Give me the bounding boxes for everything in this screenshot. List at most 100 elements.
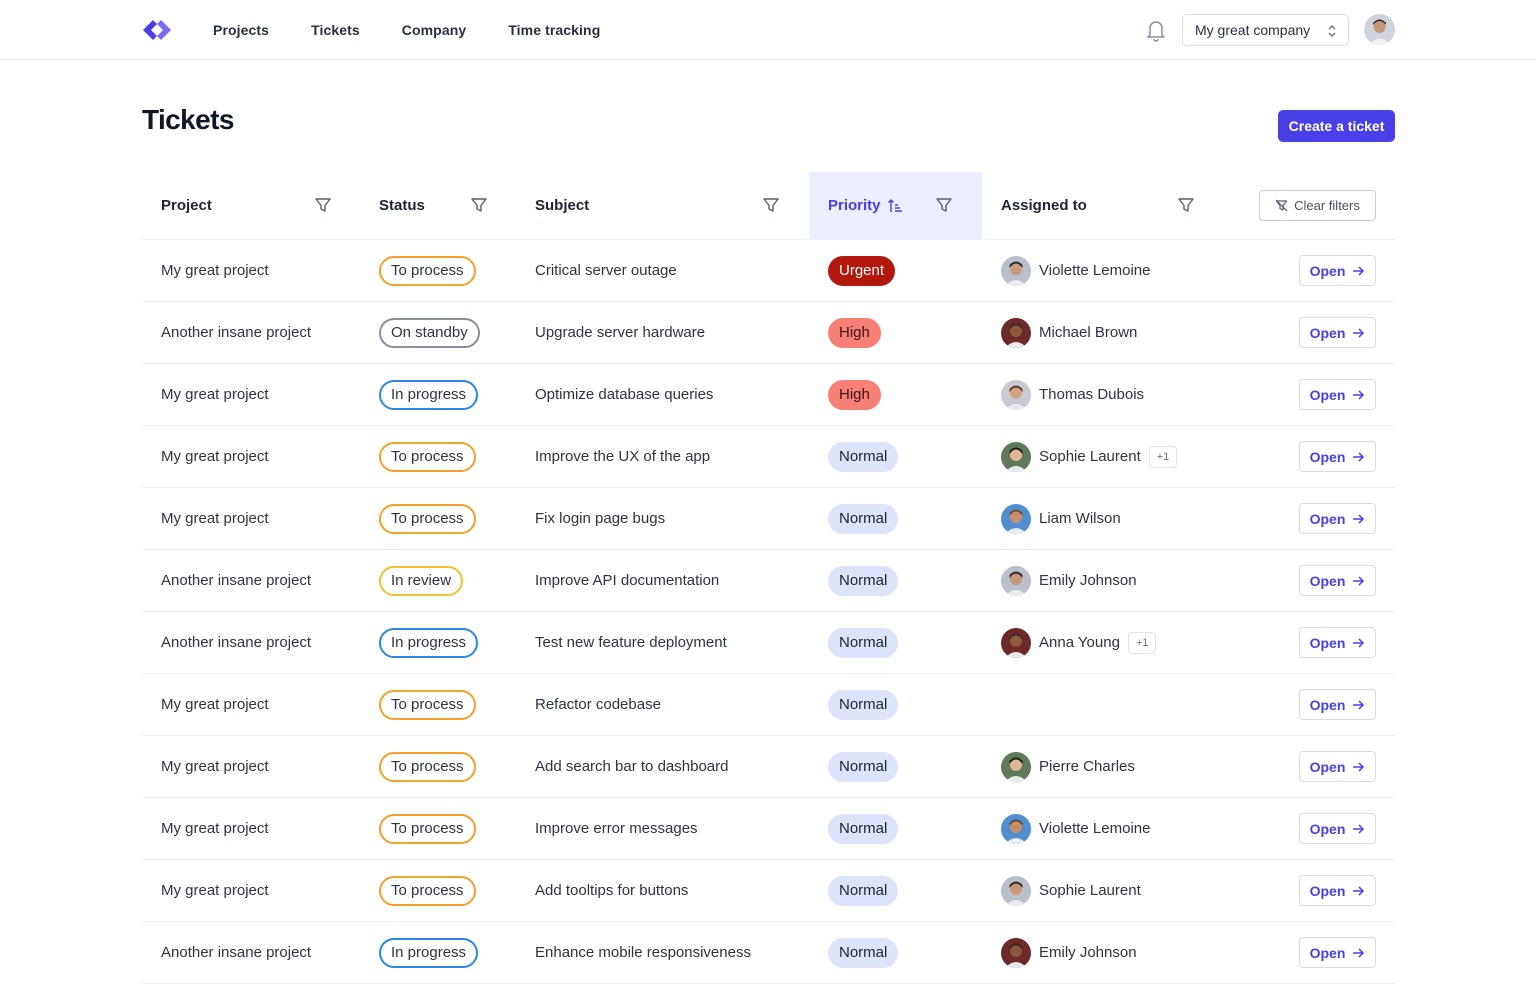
cell-priority: High [828,364,881,425]
filter-icon-status[interactable] [470,196,488,214]
cell-priority: Normal [828,860,899,921]
status-badge: In progress [379,379,479,410]
cell-status: To process [379,860,476,921]
nav-time-tracking[interactable]: Time tracking [508,22,600,38]
arrow-right-icon [1353,389,1365,400]
assignee-name: Emily Johnson [1039,944,1137,961]
open-button-label: Open [1309,324,1346,341]
cell-status: To process [379,426,476,487]
status-badge: To process [379,689,476,720]
cell-project: My great project [161,448,269,465]
table-row: Another insane project In review Improve… [142,550,1395,612]
status-badge: To process [379,751,476,782]
cell-assigned: Sophie Laurent [1001,860,1141,921]
cell-subject: Add search bar to dashboard [535,758,729,775]
assignee-avatar [1001,255,1031,286]
cell-project: My great project [161,820,269,837]
status-badge: To process [379,441,476,472]
filter-icon-assigned[interactable] [1177,196,1195,214]
bell-icon[interactable] [1145,18,1167,42]
open-button-label: Open [1309,758,1346,775]
cell-status: In review [379,550,464,611]
cell-assigned: Liam Wilson [1001,488,1121,549]
nav-tickets[interactable]: Tickets [311,22,360,38]
open-ticket-button[interactable]: Open [1299,937,1376,968]
open-ticket-button[interactable]: Open [1299,379,1376,410]
app-logo[interactable] [141,18,173,42]
table-row: My great project To process Add tooltips… [142,860,1395,922]
open-ticket-button[interactable]: Open [1299,255,1376,286]
assignee-name: Pierre Charles [1039,758,1135,775]
col-header-priority[interactable]: Priority [809,172,982,239]
cell-priority: Normal [828,612,899,673]
table-row: My great project To process Refactor cod… [142,674,1395,736]
cell-project: My great project [161,696,269,713]
cell-subject: Test new feature deployment [535,634,727,651]
open-ticket-button[interactable]: Open [1299,689,1376,720]
open-ticket-button[interactable]: Open [1299,751,1376,782]
top-bar: Projects Tickets Company Time tracking M… [0,0,1536,60]
open-ticket-button[interactable]: Open [1299,875,1376,906]
nav-company[interactable]: Company [402,22,467,38]
cell-status: To process [379,798,476,859]
user-avatar[interactable] [1364,14,1395,45]
priority-badge: Normal [828,813,899,844]
extra-assignees-badge[interactable]: +1 [1127,631,1157,654]
cell-status: In progress [379,364,479,425]
cell-status: On standby [379,302,480,363]
open-ticket-button[interactable]: Open [1299,627,1376,658]
table-row: My great project In progress Optimize da… [142,364,1395,426]
cell-assigned: Anna Young +1 [1001,612,1157,673]
table-row: Another insane project In progress Test … [142,612,1395,674]
assignee-name: Thomas Dubois [1039,386,1145,403]
open-button-label: Open [1309,510,1346,527]
arrow-right-icon [1353,575,1365,586]
assignee-name: Liam Wilson [1039,510,1121,527]
filter-icon-subject[interactable] [762,196,780,214]
sort-ascending-icon[interactable] [887,198,903,214]
company-select[interactable]: My great company [1182,14,1349,46]
open-ticket-button[interactable]: Open [1299,503,1376,534]
status-badge: In progress [379,627,479,658]
assignee-avatar [1001,503,1031,534]
filter-off-icon [1275,199,1288,212]
status-badge: In review [379,565,464,596]
cell-open: Open [1299,674,1376,735]
cell-subject: Improve error messages [535,820,698,837]
cell-subject: Upgrade server hardware [535,324,706,341]
open-ticket-button[interactable]: Open [1299,317,1376,348]
cell-priority: Normal [828,488,899,549]
open-ticket-button[interactable]: Open [1299,813,1376,844]
cell-open: Open [1299,488,1376,549]
open-button-label: Open [1309,696,1346,713]
status-badge: To process [379,875,476,906]
assignee-name: Michael Brown [1039,324,1138,341]
cell-assigned: Michael Brown [1001,302,1137,363]
arrow-right-icon [1353,885,1365,896]
cell-subject: Improve the UX of the app [535,448,711,465]
cell-project: My great project [161,758,269,775]
extra-assignees-badge[interactable]: +1 [1148,445,1178,468]
filter-icon-priority[interactable] [935,196,953,214]
open-ticket-button[interactable]: Open [1299,565,1376,596]
main-nav: Projects Tickets Company Time tracking [213,0,642,59]
cell-project: Another insane project [161,572,312,589]
open-button-label: Open [1309,820,1346,837]
cell-assigned: Violette Lemoine [1001,240,1150,301]
open-button-label: Open [1309,386,1346,403]
arrow-right-icon [1353,327,1365,338]
open-ticket-button[interactable]: Open [1299,441,1376,472]
nav-projects[interactable]: Projects [213,22,269,38]
cell-project: Another insane project [161,634,312,651]
clear-filters-button[interactable]: Clear filters [1259,190,1376,221]
priority-badge: Normal [828,565,899,596]
cell-open: Open [1299,798,1376,859]
table-row: Another insane project On standby Upgrad… [142,302,1395,364]
priority-badge: High [828,317,881,348]
col-label-priority: Priority [828,197,881,214]
arrow-right-icon [1353,265,1365,276]
cell-assigned: Emily Johnson [1001,922,1137,983]
create-ticket-button[interactable]: Create a ticket [1278,110,1395,142]
arrow-right-icon [1353,947,1365,958]
filter-icon-project[interactable] [314,196,332,214]
